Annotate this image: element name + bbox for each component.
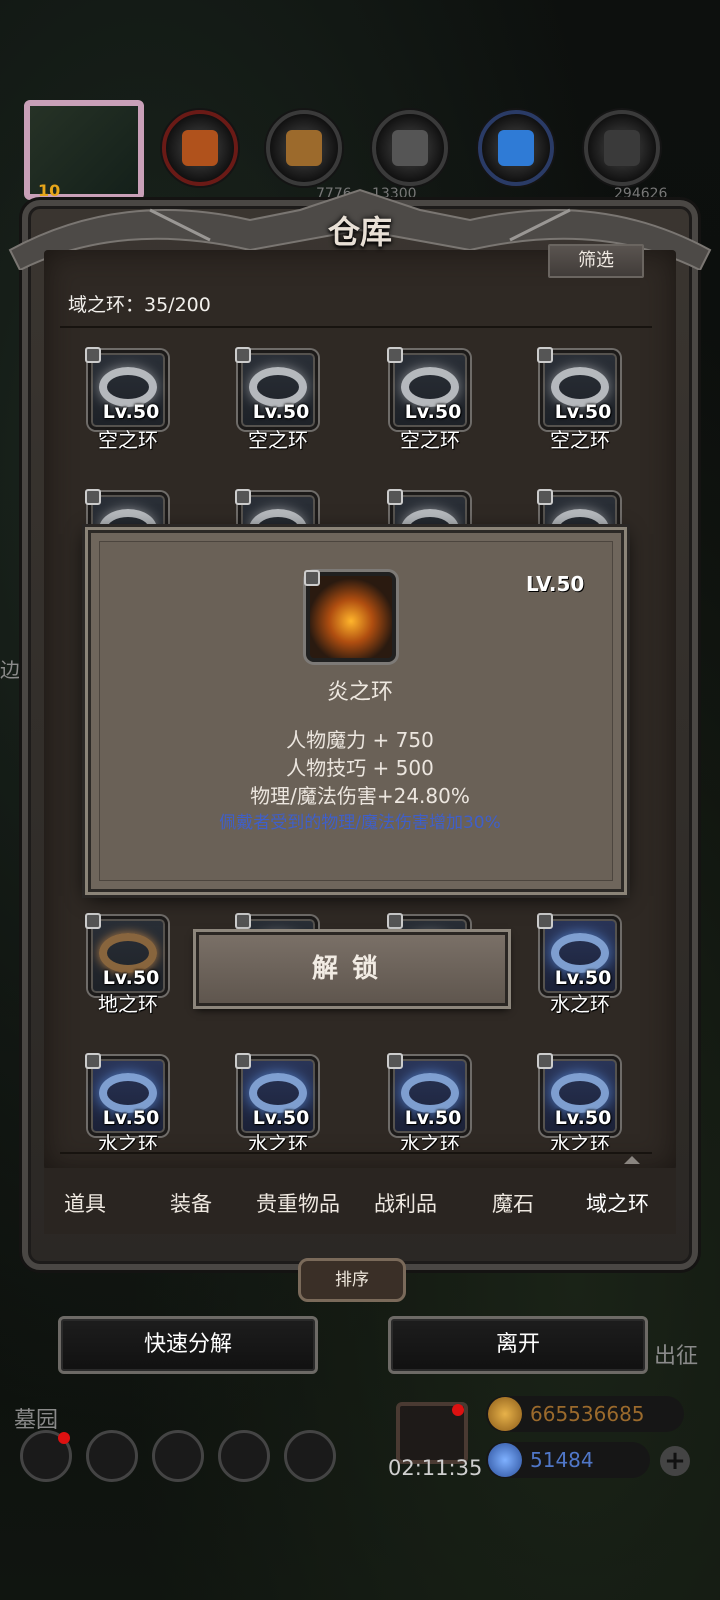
divider	[60, 1152, 652, 1154]
resource-wood-icon[interactable]	[266, 110, 342, 186]
item-level: Lv.50	[102, 401, 160, 423]
lock-icon	[85, 347, 101, 363]
portrait-level: 10	[38, 181, 61, 200]
item-level: Lv.50	[252, 1107, 310, 1129]
tab-loot[interactable]: 战利品	[374, 1188, 437, 1218]
tab-equipment[interactable]: 装备	[170, 1188, 212, 1218]
tab-domain-ring[interactable]: 域之环	[586, 1188, 649, 1218]
tooltip-stat: 人物魔力 + 750	[286, 728, 434, 752]
tooltip-level: LV.50	[526, 572, 585, 596]
item-name: 空之环	[400, 428, 460, 452]
lock-icon	[85, 489, 101, 505]
item-name: 空之环	[98, 428, 158, 452]
lock-icon	[235, 1053, 251, 1069]
menu-shop-icon[interactable]	[284, 1430, 336, 1482]
add-gems-button[interactable]: +	[660, 1446, 690, 1476]
lock-icon	[537, 1053, 553, 1069]
item-slot[interactable]: Lv.50	[85, 1053, 168, 1136]
tooltip-item-icon	[304, 570, 396, 662]
item-name: 空之环	[550, 428, 610, 452]
item-level: Lv.50	[252, 401, 310, 423]
filter-button[interactable]: 筛选	[548, 244, 644, 278]
item-name: 水之环	[550, 1132, 610, 1150]
active-tab-indicator-icon	[624, 1156, 640, 1164]
menu-emblem-icon[interactable]	[86, 1430, 138, 1482]
item-name: 水之环	[98, 1132, 158, 1150]
item-level: Lv.50	[404, 1107, 462, 1129]
tooltip-name: 炎之环	[326, 680, 393, 705]
menu-mail-icon[interactable]	[218, 1430, 270, 1482]
gem-counter: 51484	[486, 1442, 650, 1478]
leave-button[interactable]: 离开	[388, 1316, 648, 1374]
item-slot[interactable]: Lv.50	[387, 347, 470, 430]
gift-timer: 02:11:35	[388, 1456, 483, 1480]
tab-magic-stone[interactable]: 魔石	[492, 1188, 534, 1218]
item-slot[interactable]: Lv.50	[537, 1053, 620, 1136]
item-slot[interactable]: Lv.50	[537, 913, 620, 996]
notification-dot	[58, 1432, 70, 1444]
tab-items[interactable]: 道具	[64, 1188, 106, 1218]
gold-coin-icon	[488, 1397, 522, 1431]
gem-value: 51484	[530, 1448, 594, 1472]
gem-icon	[488, 1443, 522, 1477]
resource-stone-icon[interactable]	[372, 110, 448, 186]
item-name: 空之环	[248, 428, 308, 452]
row-names-clipped: 水之环 水之环 水之环 水之环	[60, 1128, 660, 1150]
lock-icon	[235, 913, 251, 929]
resource-meat-icon[interactable]	[162, 110, 238, 186]
lock-icon	[304, 570, 320, 586]
item-slot[interactable]: Lv.50	[537, 347, 620, 430]
divider	[60, 326, 652, 328]
lock-icon	[387, 913, 403, 929]
item-level: Lv.50	[404, 401, 462, 423]
tooltip-effect: 佩戴者受到的物理/魔法伤害增加30%	[219, 813, 501, 833]
side-label-graveyard: 墓园	[14, 1408, 59, 1433]
item-level: Lv.50	[554, 967, 612, 989]
item-slot[interactable]: Lv.50	[235, 1053, 318, 1136]
lock-icon	[537, 347, 553, 363]
notification-dot	[452, 1404, 464, 1416]
item-slot[interactable]: Lv.50	[387, 1053, 470, 1136]
side-label-expedition: 出征	[654, 1344, 699, 1369]
tooltip-stat: 物理/魔法伤害+24.80%	[250, 784, 470, 808]
unlock-button[interactable]: 解锁	[196, 932, 508, 1006]
lock-icon	[537, 489, 553, 505]
item-name: 水之环	[248, 1132, 308, 1150]
lock-icon	[537, 913, 553, 929]
lock-icon	[235, 347, 251, 363]
item-level: Lv.50	[102, 967, 160, 989]
item-slot[interactable]: Lv.50	[235, 347, 318, 430]
lock-icon	[85, 913, 101, 929]
lock-icon	[387, 489, 403, 505]
lock-icon	[387, 347, 403, 363]
quick-decompose-button[interactable]: 快速分解	[58, 1316, 318, 1374]
sort-button[interactable]: 排序	[298, 1258, 406, 1302]
lock-icon	[235, 489, 251, 505]
tooltip-stat: 人物技巧 + 500	[286, 756, 434, 780]
tab-valuables[interactable]: 贵重物品	[256, 1188, 340, 1218]
inventory-count: 域之环：35/200	[68, 294, 211, 316]
lock-icon	[85, 1053, 101, 1069]
lock-icon	[387, 1053, 403, 1069]
item-level: Lv.50	[554, 401, 612, 423]
item-name: 水之环	[550, 992, 610, 1016]
player-portrait[interactable]: 10	[24, 100, 144, 200]
item-name: 地之环	[98, 992, 158, 1016]
gold-counter: 665536685	[486, 1396, 684, 1432]
item-slot[interactable]: Lv.50	[85, 913, 168, 996]
resource-iron-icon[interactable]	[584, 110, 660, 186]
menu-scroll-icon[interactable]	[152, 1430, 204, 1482]
item-name: 水之环	[400, 1132, 460, 1150]
item-level: Lv.50	[554, 1107, 612, 1129]
item-slot[interactable]: Lv.50	[85, 347, 168, 430]
gold-value: 665536685	[530, 1402, 645, 1426]
item-level: Lv.50	[102, 1107, 160, 1129]
resource-crystal-icon[interactable]	[478, 110, 554, 186]
category-tabs	[44, 1168, 676, 1234]
